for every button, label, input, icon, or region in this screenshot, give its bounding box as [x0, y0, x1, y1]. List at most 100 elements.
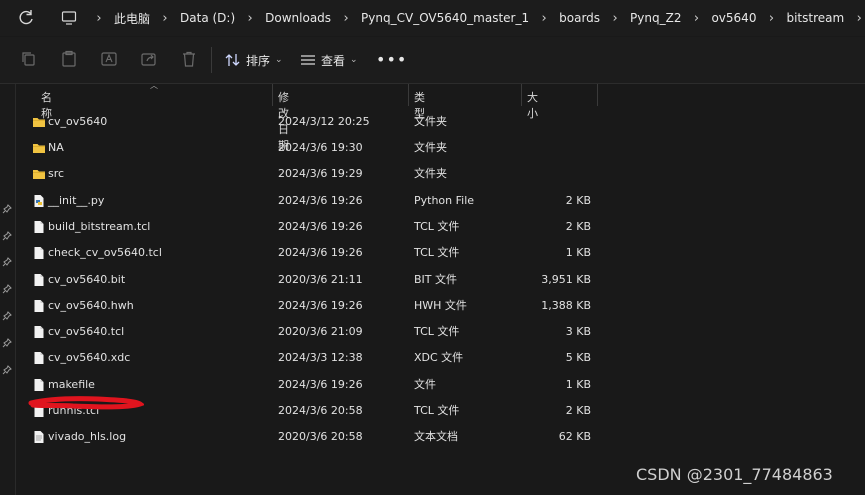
chevron-right-icon[interactable]: ›	[848, 11, 865, 26]
file-name: vivado_hls.log	[48, 430, 127, 443]
pin-icon	[2, 311, 12, 321]
breadcrumb: › 此电脑 › Data (D:) › Downloads › Pynq_CV_…	[88, 0, 865, 36]
chevron-right-icon[interactable]: ›	[239, 11, 261, 26]
file-name: cv_ov5640.hwh	[48, 299, 134, 312]
file-type: 文件	[414, 378, 436, 391]
chevron-right-icon[interactable]: ›	[685, 11, 707, 26]
file-icon	[34, 326, 44, 338]
chevron-right-icon[interactable]: ›	[88, 11, 110, 26]
rename-icon[interactable]	[100, 50, 118, 68]
file-size: 3 KB	[565, 325, 591, 338]
file-date: 2024/3/6 19:26	[278, 378, 363, 391]
file-type: XDC 文件	[414, 351, 464, 364]
share-icon[interactable]	[140, 50, 158, 68]
file-name: cv_ov5640	[48, 115, 108, 128]
breadcrumb-item[interactable]: boards	[555, 11, 604, 25]
file-name: check_cv_ov5640.tcl	[48, 246, 162, 259]
file-type: TCL 文件	[414, 325, 460, 338]
file-type: TCL 文件	[414, 220, 460, 233]
breadcrumb-item[interactable]: bitstream	[782, 11, 848, 25]
file-row[interactable]: build_bitstream.tcl 2024/3/6 19:26 TCL 文…	[17, 214, 617, 240]
file-icon	[34, 379, 44, 391]
file-size: 1,388 KB	[541, 299, 591, 312]
file-date: 2020/3/6 21:09	[278, 325, 363, 338]
file-name: cv_ov5640.bit	[48, 273, 126, 286]
file-row[interactable]: __init__.py 2024/3/6 19:26 Python File 2…	[17, 188, 617, 214]
file-name: NA	[48, 141, 64, 154]
file-icon	[34, 300, 44, 312]
file-type: TCL 文件	[414, 246, 460, 259]
file-row[interactable]: NA 2024/3/6 19:30 文件夹	[17, 135, 617, 161]
file-type: 文件夹	[414, 115, 447, 128]
chevron-down-icon: ⌄	[350, 55, 358, 65]
file-row[interactable]: src 2024/3/6 19:29 文件夹	[17, 161, 617, 187]
breadcrumb-item[interactable]: ov5640	[707, 11, 760, 25]
column-divider[interactable]	[408, 84, 409, 106]
chevron-right-icon[interactable]: ›	[604, 11, 626, 26]
file-type: 文件夹	[414, 167, 447, 180]
chevron-right-icon[interactable]: ›	[533, 11, 555, 26]
paste-icon[interactable]	[60, 50, 78, 68]
pin-icon	[2, 257, 12, 267]
file-size: 2 KB	[565, 404, 591, 417]
pin-icon	[2, 338, 12, 348]
delete-icon[interactable]	[180, 50, 198, 68]
file-name: src	[48, 167, 65, 180]
folder-icon	[33, 144, 45, 153]
file-date: 2024/3/6 19:26	[278, 299, 363, 312]
breadcrumb-item[interactable]: Downloads	[261, 11, 335, 25]
file-row[interactable]: cv_ov5640.hwh 2024/3/6 19:26 HWH 文件 1,38…	[17, 293, 617, 319]
chevron-right-icon[interactable]: ›	[154, 11, 176, 26]
pin-icon	[2, 204, 12, 214]
file-size	[522, 161, 591, 187]
view-button[interactable]: 查看 ⌄	[300, 49, 358, 71]
file-date: 2024/3/3 12:38	[278, 351, 363, 364]
chevron-right-icon[interactable]: ›	[335, 11, 357, 26]
file-row[interactable]: cv_ov5640.bit 2020/3/6 21:11 BIT 文件 3,95…	[17, 267, 617, 293]
file-name: __init__.py	[48, 194, 105, 207]
file-type: 文件夹	[414, 141, 447, 154]
pin-icon	[2, 365, 12, 375]
breadcrumb-item[interactable]: Pynq_Z2	[626, 11, 685, 25]
file-row[interactable]: cv_ov5640.xdc 2024/3/3 12:38 XDC 文件 5 KB	[17, 345, 617, 371]
file-icon	[34, 247, 44, 259]
refresh-icon[interactable]	[16, 8, 36, 28]
navigation-pane-edge	[0, 84, 16, 495]
column-divider[interactable]	[272, 84, 273, 106]
file-row[interactable]: vivado_hls.log 2020/3/6 20:58 文本文档 62 KB	[17, 424, 617, 450]
computer-icon[interactable]	[61, 10, 77, 26]
file-name: cv_ov5640.tcl	[48, 325, 125, 338]
command-bar: 排序 ⌄ 查看 ⌄ •••	[0, 37, 865, 84]
sort-label: 排序	[246, 53, 271, 68]
file-date: 2024/3/6 19:26	[278, 220, 363, 233]
sort-button[interactable]: 排序 ⌄	[225, 49, 283, 71]
file-size: 2 KB	[565, 220, 591, 233]
file-row[interactable]: check_cv_ov5640.tcl 2024/3/6 19:26 TCL 文…	[17, 240, 617, 266]
file-date: 2024/3/12 20:25	[278, 115, 370, 128]
file-size	[522, 109, 591, 135]
sort-ascending-icon: ︿	[150, 81, 158, 90]
chevron-down-icon: ⌄	[275, 55, 283, 65]
toolbar-divider	[211, 47, 212, 73]
file-row[interactable]: cv_ov5640.tcl 2020/3/6 21:09 TCL 文件 3 KB	[17, 319, 617, 345]
more-options-icon[interactable]: •••	[376, 50, 407, 69]
file-date: 2024/3/6 19:26	[278, 194, 363, 207]
file-name: cv_ov5640.xdc	[48, 351, 131, 364]
watermark-text: CSDN @2301_77484863	[636, 465, 833, 484]
file-date: 2024/3/6 19:29	[278, 167, 363, 180]
column-divider[interactable]	[597, 84, 598, 106]
breadcrumb-item[interactable]: 此电脑	[110, 10, 154, 27]
file-row[interactable]: cv_ov5640 2024/3/12 20:25 文件夹	[17, 109, 617, 135]
python-file-icon	[34, 195, 44, 207]
column-divider[interactable]	[521, 84, 522, 106]
file-icon	[34, 352, 44, 364]
breadcrumb-item[interactable]: Data (D:)	[176, 11, 239, 25]
file-size: 1 KB	[565, 246, 591, 259]
view-label: 查看	[321, 53, 346, 68]
folder-icon	[33, 118, 45, 127]
pin-icon	[2, 231, 12, 241]
breadcrumb-item[interactable]: Pynq_CV_OV5640_master_1	[357, 11, 533, 25]
file-date: 2020/3/6 20:58	[278, 430, 363, 443]
chevron-right-icon[interactable]: ›	[760, 11, 782, 26]
copy-icon[interactable]	[20, 50, 38, 68]
